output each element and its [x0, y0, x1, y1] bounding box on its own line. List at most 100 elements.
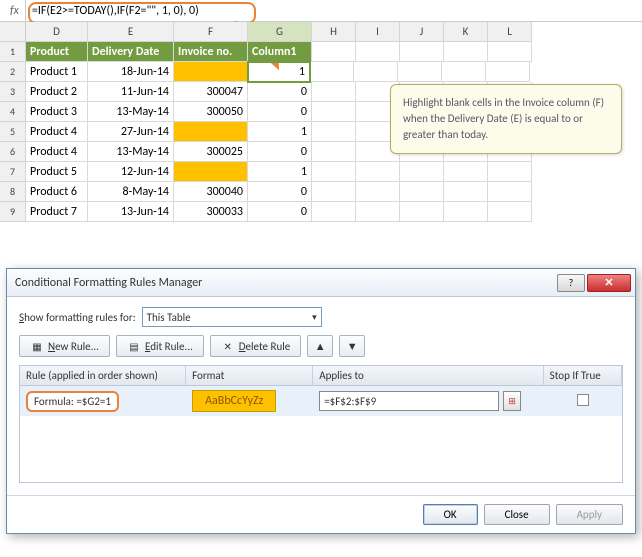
apply-button[interactable]: Apply — [556, 504, 623, 525]
dialog-footer: OK Close Apply — [7, 495, 635, 533]
table-row: 9Product 713-Jun-143000330 — [0, 202, 642, 222]
dialog-body: Show formatting rules for: This Table ▦N… — [7, 297, 635, 495]
col-header-E[interactable]: E — [88, 22, 174, 42]
table-row: 7Product 512-Jun-14 1 — [0, 162, 642, 182]
row-header[interactable]: 2 — [0, 62, 26, 82]
new-rule-icon: ▦ — [30, 339, 44, 353]
cell-invoice[interactable] — [174, 162, 248, 182]
show-rules-select[interactable]: This Table — [142, 307, 322, 327]
cell-column1[interactable]: 1 — [247, 61, 311, 83]
cell-invoice[interactable] — [174, 122, 248, 142]
cell-column1[interactable]: 1 — [248, 122, 312, 142]
row-header[interactable]: 7 — [0, 162, 26, 182]
range-picker-icon: ⊞ — [508, 396, 516, 407]
cell-product[interactable]: Product 5 — [26, 162, 88, 182]
ok-button[interactable]: OK — [423, 504, 478, 525]
cell-product[interactable]: Product 6 — [26, 182, 88, 202]
new-rule-button[interactable]: ▦New Rule... — [19, 335, 110, 357]
close-x-button[interactable]: ✕ — [587, 274, 631, 292]
row-header[interactable]: 5 — [0, 122, 26, 142]
show-rules-label: Show formatting rules for: — [19, 311, 136, 324]
delete-rule-icon: ✕ — [221, 339, 235, 353]
col-header-G[interactable]: G — [248, 22, 312, 42]
range-picker-button[interactable]: ⊞ — [503, 391, 521, 411]
header-product[interactable]: Product — [26, 42, 88, 62]
rules-grid: Rule (applied in order shown) Format App… — [19, 365, 623, 483]
cell-delivery[interactable]: 13-May-14 — [88, 142, 174, 162]
rule-formula-text: Formula: =$G2=1 — [26, 391, 119, 412]
dialog-title: Conditional Formatting Rules Manager — [15, 276, 555, 290]
row-header[interactable]: 8 — [0, 182, 26, 202]
cell-invoice[interactable]: 300025 — [174, 142, 248, 162]
col-header-H[interactable]: H — [312, 22, 356, 42]
cell-column1[interactable]: 0 — [248, 202, 312, 222]
rules-grid-body: Formula: =$G2=1 AaBbCcYyZz =$F$2:$F$9 ⊞ — [20, 386, 622, 482]
chevron-down-icon: ▼ — [347, 340, 358, 353]
col-header-J[interactable]: J — [400, 22, 444, 42]
col-header-F[interactable]: F — [174, 22, 248, 42]
col-format: Format — [186, 366, 313, 385]
header-invoice[interactable]: Invoice no. — [174, 42, 248, 62]
cell-column1[interactable]: 0 — [248, 142, 312, 162]
col-header-L[interactable]: L — [488, 22, 532, 42]
cell-product[interactable]: Product 7 — [26, 202, 88, 222]
header-column1[interactable]: Column1 — [248, 42, 312, 62]
applies-to-input[interactable]: =$F$2:$F$9 — [319, 391, 499, 411]
row-header[interactable]: 9 — [0, 202, 26, 222]
cell-column1[interactable]: 0 — [248, 102, 312, 122]
row-header[interactable]: 4 — [0, 102, 26, 122]
move-up-button[interactable]: ▲ — [307, 335, 333, 357]
formula-bar: fx =IF(E2>=TODAY(),IF(F2="", 1, 0), 0) — [0, 0, 642, 22]
cell-product[interactable]: Product 4 — [26, 122, 88, 142]
cell-product[interactable]: Product 1 — [26, 62, 88, 82]
move-down-button[interactable]: ▼ — [339, 335, 365, 357]
col-applies: Applies to — [313, 366, 543, 385]
stop-if-true-checkbox[interactable] — [577, 394, 589, 406]
cell-column1[interactable]: 0 — [248, 182, 312, 202]
cell-delivery[interactable]: 13-Jun-14 — [88, 202, 174, 222]
row-header[interactable]: 6 — [0, 142, 26, 162]
row-header[interactable]: 3 — [0, 82, 26, 102]
cell-invoice[interactable] — [174, 62, 248, 82]
col-stop: Stop If True — [544, 366, 622, 385]
rules-grid-header: Rule (applied in order shown) Format App… — [20, 366, 622, 386]
rule-row[interactable]: Formula: =$G2=1 AaBbCcYyZz =$F$2:$F$9 ⊞ — [20, 386, 622, 416]
cell-column1[interactable]: 1 — [248, 162, 312, 182]
dialog-titlebar[interactable]: Conditional Formatting Rules Manager ? ✕ — [7, 269, 635, 297]
rules-toolbar: ▦New Rule... ▤Edit Rule... ✕Delete Rule … — [19, 335, 623, 357]
cell-invoice[interactable]: 300033 — [174, 202, 248, 222]
cell-invoice[interactable]: 300050 — [174, 102, 248, 122]
explanation-callout: Highlight blank cells in the Invoice col… — [390, 84, 622, 154]
edit-rule-icon: ▤ — [127, 339, 141, 353]
col-header-I[interactable]: I — [356, 22, 400, 42]
cell-delivery[interactable]: 27-Jun-14 — [88, 122, 174, 142]
fx-label[interactable]: fx — [0, 0, 26, 21]
annotation-highlight — [28, 2, 256, 24]
cell-delivery[interactable]: 11-Jun-14 — [88, 82, 174, 102]
column-headers: D E F G H I J K L — [0, 22, 642, 42]
cf-rules-manager-dialog: Conditional Formatting Rules Manager ? ✕… — [6, 268, 636, 534]
cell-product[interactable]: Product 2 — [26, 82, 88, 102]
cell-delivery[interactable]: 18-Jun-14 — [88, 62, 174, 82]
col-header-D[interactable]: D — [26, 22, 88, 42]
cell-delivery[interactable]: 13-May-14 — [88, 102, 174, 122]
formula-text[interactable]: =IF(E2>=TODAY(),IF(F2="", 1, 0), 0) — [26, 4, 642, 18]
header-delivery[interactable]: Delivery Date — [88, 42, 174, 62]
select-all-corner[interactable] — [0, 22, 26, 42]
edit-rule-button[interactable]: ▤Edit Rule... — [116, 335, 204, 357]
cell-delivery[interactable]: 12-Jun-14 — [88, 162, 174, 182]
format-preview: AaBbCcYyZz — [192, 390, 276, 412]
cell-invoice[interactable]: 300040 — [174, 182, 248, 202]
cell-delivery[interactable]: 8-May-14 — [88, 182, 174, 202]
cell-column1[interactable]: 0 — [248, 82, 312, 102]
table-header-row: 1 Product Delivery Date Invoice no. Colu… — [0, 42, 642, 62]
table-row: 8Product 68-May-143000400 — [0, 182, 642, 202]
delete-rule-button[interactable]: ✕Delete Rule — [210, 335, 301, 357]
cell-product[interactable]: Product 3 — [26, 102, 88, 122]
cell-invoice[interactable]: 300047 — [174, 82, 248, 102]
cell-product[interactable]: Product 4 — [26, 142, 88, 162]
row-header[interactable]: 1 — [0, 42, 26, 62]
col-header-K[interactable]: K — [444, 22, 488, 42]
help-button[interactable]: ? — [557, 274, 585, 292]
close-button[interactable]: Close — [484, 504, 550, 525]
